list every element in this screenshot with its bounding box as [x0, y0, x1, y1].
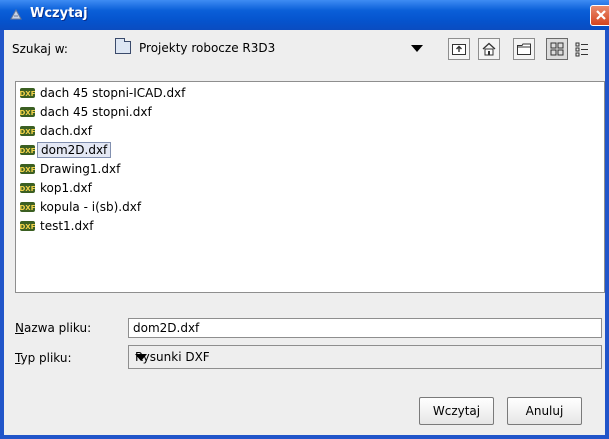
- up-folder-icon: [452, 44, 466, 55]
- file-name: dach 45 stopni.dxf: [40, 105, 152, 119]
- open-button[interactable]: Wczytaj: [419, 397, 494, 425]
- file-name: dach 45 stopni-ICAD.dxf: [40, 86, 186, 100]
- filename-mnemonic: N: [15, 321, 24, 335]
- filetype-label: Typ pliku:: [15, 351, 72, 365]
- new-folder-button[interactable]: [513, 38, 535, 60]
- up-folder-button[interactable]: [448, 38, 470, 60]
- app-icon: [10, 8, 22, 20]
- filetype-label-text: yp pliku:: [20, 351, 72, 365]
- details-view-button[interactable]: [571, 38, 593, 60]
- dxf-file-icon: DXF: [20, 164, 35, 174]
- list-view-icon: [550, 42, 564, 56]
- svg-text:DXF: DXF: [20, 185, 35, 193]
- filename-value: dom2D.dxf: [133, 321, 200, 335]
- title-bar[interactable]: Wczytaj: [0, 0, 609, 30]
- file-list[interactable]: DXF dach 45 stopni-ICAD.dxf DXF dach 45 …: [15, 81, 605, 293]
- dxf-file-icon: DXF: [20, 221, 35, 231]
- filename-label: Nazwa pliku:: [15, 321, 91, 335]
- dialog-body: Szukaj w: Projekty robocze R3D3 DXF dach…: [4, 30, 605, 435]
- svg-text:DXF: DXF: [20, 90, 35, 98]
- details-view-icon: [575, 42, 588, 57]
- svg-text:DXF: DXF: [20, 204, 35, 212]
- new-folder-icon: [517, 43, 531, 55]
- svg-text:DXF: DXF: [20, 147, 35, 155]
- file-name: kopula - i(sb).dxf: [40, 200, 142, 214]
- chevron-down-icon: [411, 45, 423, 52]
- close-icon: [596, 10, 606, 20]
- file-name: dom2D.dxf: [37, 142, 112, 158]
- folder-icon: [115, 38, 131, 54]
- home-icon: [482, 42, 496, 56]
- file-open-dialog: Wczytaj Szukaj w: Projekty robocze R3D3: [0, 0, 609, 439]
- dxf-file-icon: DXF: [20, 183, 35, 193]
- dxf-file-icon: DXF: [20, 126, 35, 136]
- svg-text:DXF: DXF: [20, 223, 35, 231]
- list-view-button[interactable]: [546, 38, 568, 60]
- home-button[interactable]: [478, 38, 500, 60]
- filetype-combo[interactable]: Rysunki DXF: [128, 345, 602, 369]
- dxf-file-icon: DXF: [20, 88, 35, 98]
- filename-input[interactable]: dom2D.dxf: [128, 318, 602, 338]
- lookin-label: Szukaj w:: [12, 42, 68, 56]
- lookin-combo[interactable]: Projekty robocze R3D3: [109, 38, 429, 60]
- svg-text:DXF: DXF: [20, 128, 35, 136]
- close-button[interactable]: [590, 5, 609, 26]
- file-name: kop1.dxf: [40, 181, 92, 195]
- cancel-button[interactable]: Anuluj: [507, 397, 582, 425]
- dxf-file-icon: DXF: [20, 145, 35, 155]
- file-name: test1.dxf: [40, 219, 94, 233]
- filename-label-text: azwa pliku:: [23, 321, 92, 335]
- file-name: Drawing1.dxf: [40, 162, 121, 176]
- file-name: dach.dxf: [40, 124, 92, 138]
- lookin-value: Projekty robocze R3D3: [139, 41, 276, 55]
- svg-text:DXF: DXF: [20, 166, 35, 174]
- dxf-file-icon: DXF: [20, 107, 35, 117]
- dxf-file-icon: DXF: [20, 202, 35, 212]
- window-title: Wczytaj: [30, 6, 88, 21]
- svg-text:DXF: DXF: [20, 109, 35, 117]
- chevron-down-icon: [135, 354, 147, 361]
